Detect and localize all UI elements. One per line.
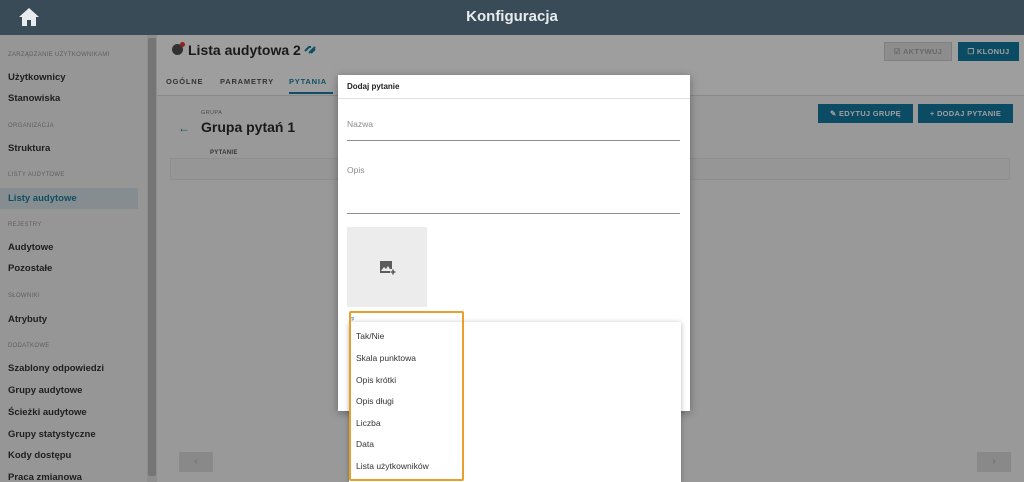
dropdown-option-number[interactable]: Liczba <box>349 413 459 434</box>
dropdown-option-point-scale[interactable]: Skala punktowa <box>349 348 459 369</box>
app-title: Konfiguracja <box>466 8 558 25</box>
name-field[interactable] <box>347 140 680 141</box>
dialog-title: Dodaj pytanie <box>347 82 400 91</box>
dropdown-option-date[interactable]: Data <box>349 434 459 455</box>
dropdown-option-long-description[interactable]: Opis długi <box>349 391 459 412</box>
dropdown-option-user-list[interactable]: Lista użytkowników <box>349 456 459 477</box>
dialog-divider <box>338 98 690 99</box>
name-field-label: Nazwa <box>347 119 373 129</box>
add-image-icon[interactable] <box>379 259 397 276</box>
description-field[interactable] <box>347 213 680 214</box>
dropdown-option-yes-no[interactable]: Tak/Nie <box>349 326 459 347</box>
dropdown-option-short-description[interactable]: Opis krótki <box>349 370 459 391</box>
description-field-label: Opis <box>347 165 365 175</box>
